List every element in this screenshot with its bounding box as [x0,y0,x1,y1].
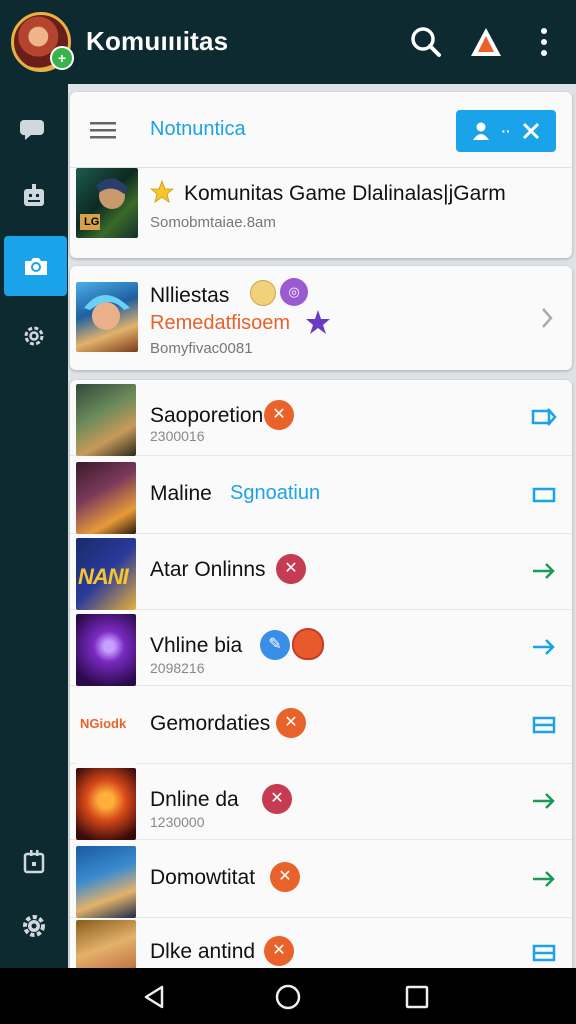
arrow-right-icon[interactable] [530,634,558,660]
row-sub: 1230000 [150,814,205,830]
arrow-right-icon[interactable] [530,788,558,814]
list-item[interactable]: NANI Atar Onlinns ✕ [70,534,572,610]
row-label: Domowtitat [150,866,256,889]
rail-settings-alt[interactable] [0,306,68,366]
home-circle-icon[interactable] [273,982,303,1012]
promo-accent: Remedatfisoem [150,312,291,334]
row-thumbnail [76,768,136,840]
crossed-swords-icon: ✕ [270,862,300,892]
row-label: Saoporetion [150,404,264,427]
list-icon[interactable] [530,940,558,966]
list-item[interactable]: Domowtitat ✕ [70,842,572,918]
recents-square-icon[interactable] [402,982,432,1012]
list-item[interactable]: Saoporetion ✕ 2300016 [70,380,572,456]
header-action-button[interactable]: ·· [456,110,556,152]
chat-bubble-icon [20,120,44,140]
header-button-label: ·· [501,123,511,139]
row-label: Atar Onlinns [150,558,266,581]
row-thumb-text: NGiodk [80,716,127,731]
close-icon [522,122,539,140]
list-item[interactable]: Dnline da ✕ 1230000 [70,764,572,840]
row-thumbnail [76,920,136,968]
row-thumbnail: NANI [76,538,136,610]
calendar-icon [23,850,45,874]
row-sub: 2098216 [150,660,205,676]
emoji-face-icon [250,280,276,306]
promo-card[interactable]: Nlliestas ◎ Remedatfisoem Bomyfivac0081 [70,266,572,370]
row-label: Vhline bia [150,634,243,657]
app-bar: + Komuıııitas [0,0,576,84]
camera-icon [24,258,47,275]
row-thumb-text: NANI [78,564,129,589]
blue-orb-icon: ✎ [260,630,290,660]
featured-thumbnail: LG [76,168,138,238]
row-thumbnail [76,384,136,456]
search-icon[interactable] [406,22,446,62]
gear-outline-icon [24,326,44,346]
row-thumbnail [76,462,136,534]
row-label: Gemordaties [150,712,271,735]
list-item[interactable]: Maline Sgnoatiun [70,458,572,534]
system-nav-bar [0,968,576,1024]
list-item[interactable]: Vhline bia ✎ 2098216 [70,610,572,686]
more-vertical-icon[interactable] [524,22,564,62]
featured-thumb-text: LG [84,216,100,228]
arrow-right-icon[interactable] [530,866,558,892]
purple-star-icon [306,310,330,334]
rail-camera[interactable] [4,236,67,296]
row-label: Dnline da [150,788,239,811]
cancel-badge-icon: ✕ [262,784,292,814]
chevron-right-icon[interactable] [540,306,554,330]
crossed-swords-icon: ✕ [264,400,294,430]
row-sub: 2300016 [150,428,205,444]
alert-triangle-icon[interactable] [466,22,506,62]
rectangle-icon[interactable] [530,482,558,508]
promo-title: Nlliestas [150,284,230,307]
crossed-swords-icon: ✕ [264,936,294,966]
list-icon[interactable] [530,712,558,738]
rail-chat[interactable] [0,98,68,158]
robot-icon [24,184,44,206]
arrow-right-icon[interactable] [530,558,558,584]
list-item[interactable]: Dlke antind ✕ 2080010 [70,916,572,968]
row-extra-label: Sgnoatiun [230,482,321,504]
header-card: Notnuntica ·· LG Komunitas Game Dlalinal… [70,92,572,258]
rail-robot[interactable] [0,166,68,226]
cancel-badge-icon: ✕ [276,554,306,584]
promo-thumbnail [76,282,138,352]
back-triangle-icon[interactable] [140,982,170,1012]
row-label: Dlke antind [150,940,256,963]
promo-subtitle: Bomyfivac0081 [150,340,253,357]
list-item[interactable]: NGiodk Gemordaties ✕ [70,688,572,764]
featured-subtitle: Somobmtaiae.8am [150,214,276,231]
rail-calendar[interactable] [0,832,68,892]
user-icon [473,122,490,140]
section-title: Notnuntica [150,118,246,140]
hamburger-icon[interactable] [90,120,116,145]
avatar-badge: + [50,46,74,70]
rail-settings[interactable] [0,896,68,956]
side-rail [0,84,68,968]
red-shield-icon [292,628,324,660]
settings-icon [23,915,45,937]
row-thumbnail [76,614,136,686]
content-area: Notnuntica ·· LG Komunitas Game Dlalinal… [68,84,576,968]
row-thumbnail: NGiodk [76,692,136,764]
purple-badge-icon: ◎ [280,278,308,306]
featured-title: Komunitas Game Dlalinalas|jGarm [184,182,506,205]
featured-item[interactable]: LG Komunitas Game Dlalinalas|jGarm Somob… [70,168,572,258]
login-arrow-icon[interactable] [530,404,558,430]
row-thumbnail [76,846,136,918]
game-list: Saoporetion ✕ 2300016 Maline Sgnoatiun N… [70,380,572,968]
row-label: Maline [150,482,212,505]
crossed-swords-icon: ✕ [276,708,306,738]
header-row: Notnuntica ·· [70,92,572,168]
app-title: Komuıııitas [86,26,229,56]
star-icon [150,180,174,203]
